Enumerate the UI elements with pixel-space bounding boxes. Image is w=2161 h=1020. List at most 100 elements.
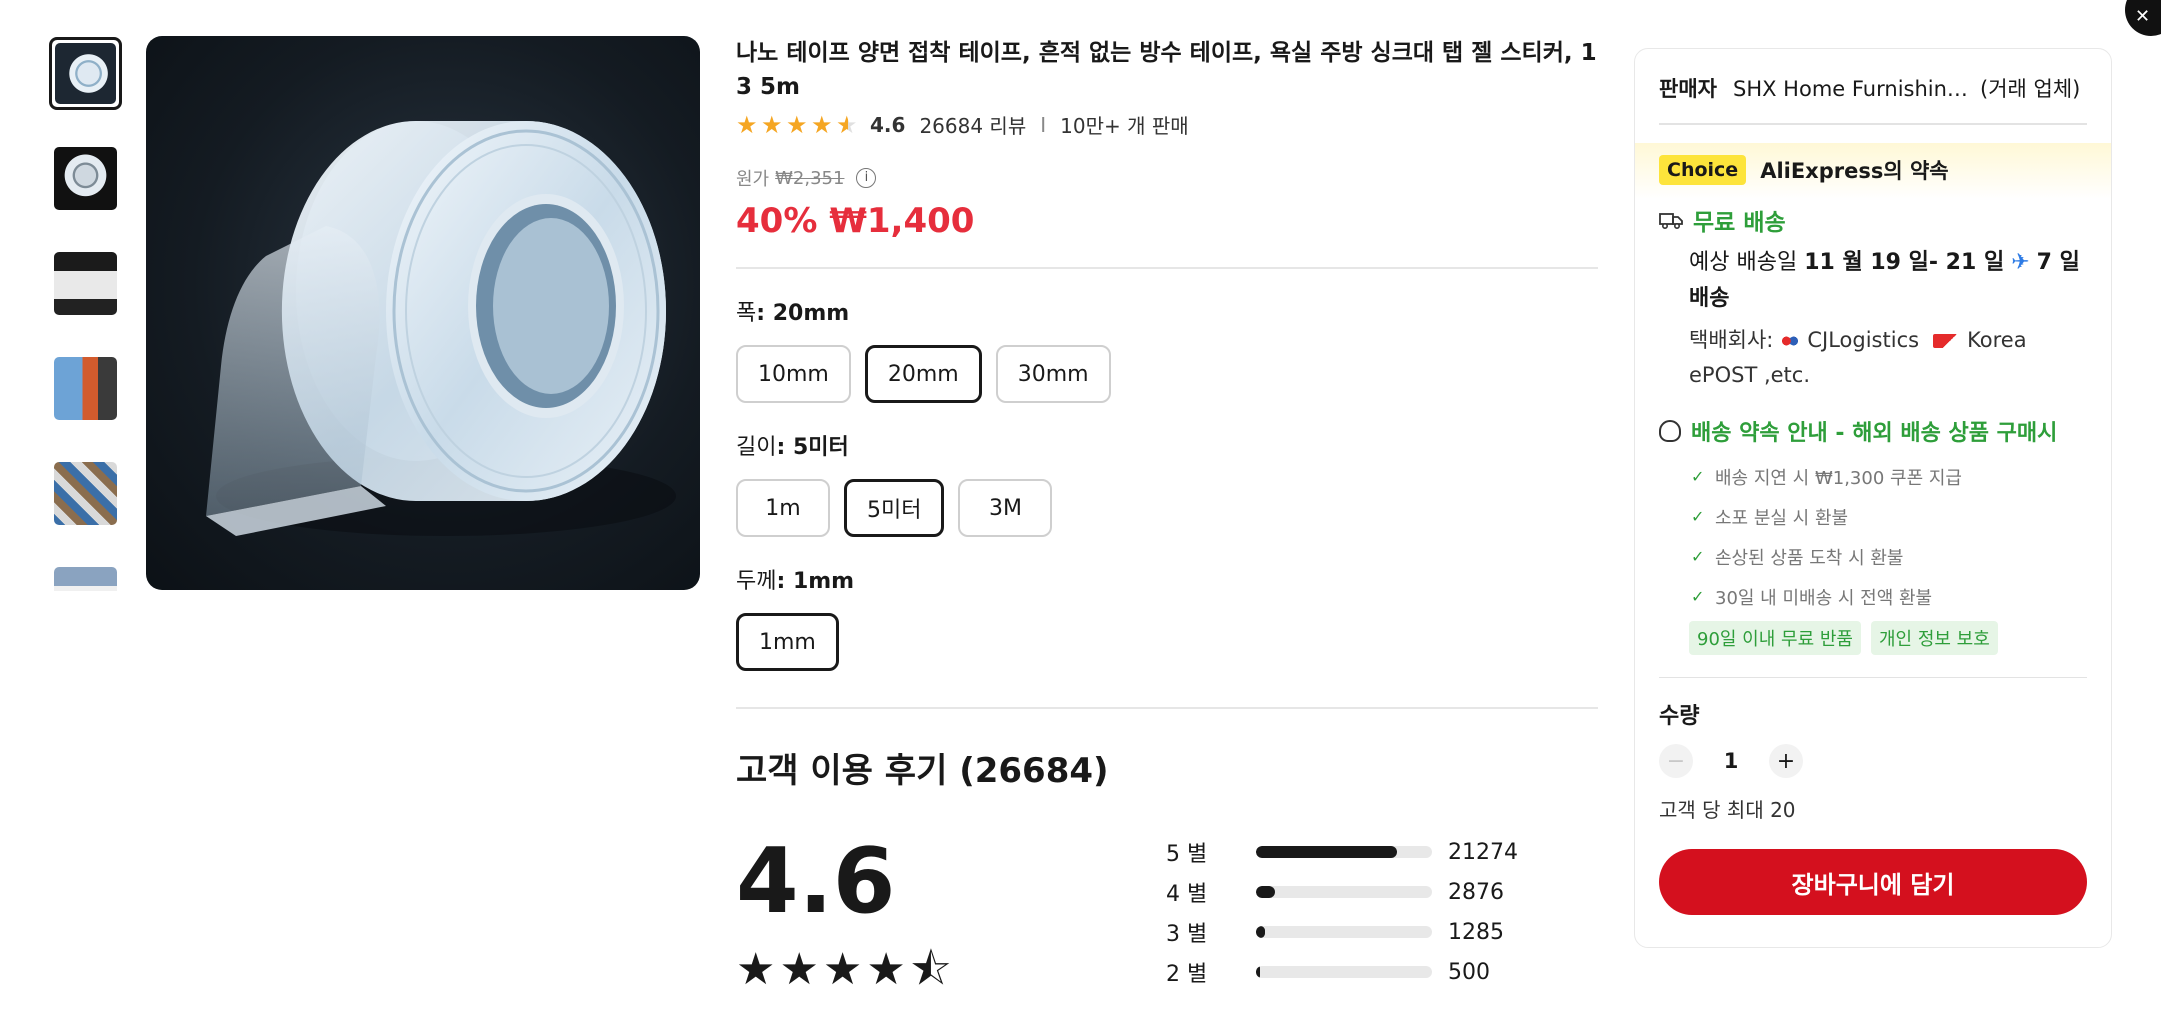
review-count-link[interactable]: 26684 리뷰 — [919, 110, 1026, 139]
purchase-panel: 판매자 SHX Home Furnishing St... (거래 업체) Ch… — [1634, 48, 2112, 948]
korea-post-icon — [1933, 333, 1960, 348]
shield-icon — [1659, 419, 1681, 442]
length-option-5m[interactable]: 5미터 — [844, 479, 945, 537]
close-button[interactable]: ✕ — [2125, 0, 2161, 36]
promise-item: ✓ 배송 지연 시 ₩1,300 쿠폰 지급 — [1691, 467, 1962, 489]
add-to-cart-button[interactable]: 장바구니에 담기 — [1659, 849, 2087, 915]
width-option-label: 폭: 20mm — [736, 301, 850, 326]
choice-badge: Choice — [1659, 154, 1747, 185]
star-icon: ★ — [761, 110, 783, 139]
thickness-options: 1mm — [736, 613, 1598, 671]
average-score: 4.6 — [736, 829, 896, 934]
check-icon: ✓ — [1691, 467, 1705, 486]
thumbnail-1[interactable] — [49, 37, 122, 110]
product-title: 나노 테이프 양면 접착 테이프, 흔적 없는 방수 테이프, 욕실 주방 싱크… — [736, 40, 1597, 100]
thumbnail-6[interactable] — [49, 562, 122, 591]
star-icon: ★ — [866, 944, 906, 995]
quantity-label: 수량 — [1659, 704, 1700, 729]
divider — [1659, 123, 2087, 125]
quantity-stepper: − 1 + — [1635, 730, 2111, 778]
length-options: 1m 5미터 3M — [736, 479, 1598, 537]
decrease-button[interactable]: − — [1659, 744, 1693, 778]
original-price: ₩2,351 — [775, 167, 845, 189]
star-icon: ★ — [811, 110, 833, 139]
star-icon: ★ — [736, 944, 776, 995]
length-option-1m[interactable]: 1m — [736, 479, 830, 537]
rating-bar — [1256, 846, 1432, 858]
width-option-20mm[interactable]: 20mm — [864, 345, 982, 403]
check-icon: ✓ — [1691, 547, 1705, 566]
sold-count: 10만+ 개 판매 — [1060, 114, 1189, 138]
choice-banner: Choice AliExpress의 약속 — [1635, 142, 2111, 199]
original-price-label: 원가 — [736, 169, 770, 190]
close-icon: ✕ — [2135, 6, 2151, 27]
separator: I — [1040, 112, 1047, 137]
carrier-info: 택배회사: CJLogistics Korea ePOST ,etc. — [1689, 327, 2027, 387]
seller-type: (거래 업체) — [1980, 77, 2081, 101]
promise-item: ✓ 30일 내 미배송 시 전액 환불 — [1691, 587, 1933, 609]
rating-row-5[interactable]: 5 별 21274 — [1166, 832, 1546, 872]
rating-row-2[interactable]: 2 별 500 — [1166, 952, 1546, 992]
seller-row: 판매자 SHX Home Furnishing St... (거래 업체) — [1635, 49, 2111, 105]
rating-row-3[interactable]: 3 별 1285 — [1166, 912, 1546, 952]
free-shipping-row: 무료 배송 — [1635, 199, 2111, 237]
quantity-value[interactable]: 1 — [1721, 749, 1741, 773]
rating-bar — [1256, 886, 1432, 898]
seller-label: 판매자 — [1659, 77, 1717, 101]
half-star-icon: ★ — [836, 110, 858, 139]
width-option-10mm[interactable]: 10mm — [736, 345, 851, 403]
rating-count: 21274 — [1448, 839, 1518, 865]
cj-logistics-icon — [1781, 333, 1800, 348]
length-option-3m[interactable]: 3M — [958, 479, 1053, 537]
rating-bar — [1256, 966, 1432, 978]
rating-score: 4.6 — [870, 112, 906, 137]
thumbnail-4[interactable] — [49, 352, 122, 425]
thickness-option-1mm[interactable]: 1mm — [736, 613, 839, 671]
free-return-tag: 90일 이내 무료 반품 — [1689, 620, 1861, 655]
service-tags: 90일 이내 무료 반품 개인 정보 보호 — [1635, 617, 2111, 655]
half-star-icon: ⯪ — [909, 944, 952, 995]
free-shipping-label: 무료 배송 — [1693, 209, 1786, 236]
thumbnail-list — [49, 37, 126, 591]
plane-icon: ✈ — [2011, 249, 2030, 275]
star-icon: ★ — [822, 944, 863, 995]
delivery-estimate: 예상 배송일 11 월 19 일- 21 일 ✈ 7 일 배송 — [1689, 249, 2080, 311]
main-product-image[interactable] — [146, 36, 700, 590]
rating-bar — [1256, 926, 1432, 938]
rating-count: 1285 — [1448, 919, 1504, 945]
promise-list: ✓ 배송 지연 시 ₩1,300 쿠폰 지급 ✓ 소포 분실 시 환불 ✓ 손상된 상… — [1635, 447, 2111, 617]
promise-item: ✓ 손상된 상품 도착 시 환불 — [1691, 547, 1904, 569]
truck-icon — [1659, 212, 1683, 229]
rating-row-4[interactable]: 4 별 2876 — [1166, 872, 1546, 912]
rating-summary: ★ ★ ★ ★ ★ 4.6 26684 리뷰 I 10만+ 개 판매 — [736, 110, 1598, 139]
privacy-tag: 개인 정보 보호 — [1871, 620, 1998, 655]
increase-button[interactable]: + — [1769, 744, 1803, 778]
rating-count: 2876 — [1448, 879, 1504, 905]
star-icon: ★ — [779, 944, 819, 995]
seller-name-link[interactable]: SHX Home Furnishing St... — [1733, 73, 1980, 105]
thickness-option-label: 두께: 1mm — [736, 569, 855, 594]
product-info: 나노 테이프 양면 접착 테이프, 흔적 없는 방수 테이프, 욕실 주방 싱크… — [736, 36, 1598, 1012]
price-row: 40% ₩1,400 — [736, 201, 1598, 241]
width-option-30mm[interactable]: 30mm — [995, 345, 1111, 403]
promise-item: ✓ 소포 분실 시 환불 — [1691, 507, 1849, 529]
choice-text: AliExpress의 약속 — [1760, 158, 1949, 183]
divider — [736, 267, 1598, 269]
thumbnail-3[interactable] — [49, 247, 122, 320]
reviews-title: 고객 이용 후기 (26684) — [736, 751, 1109, 791]
original-price-row: 원가 ₩2,351 i — [736, 165, 1598, 191]
delivery-promise-link[interactable]: 배송 약속 안내 - 해외 배송 상품 구매시 — [1635, 393, 2111, 447]
star-icon: ★ — [736, 110, 758, 139]
length-option-label: 길이: 5미터 — [736, 435, 849, 460]
thumbnail-5[interactable] — [49, 457, 122, 530]
average-stars: ★ ★ ★ ★ ⯪ — [736, 948, 951, 992]
rating-stars: ★ ★ ★ ★ ★ — [736, 110, 858, 139]
sale-price: ₩1,400 — [829, 201, 975, 241]
info-icon[interactable]: i — [856, 168, 877, 188]
rating-distribution: 5 별 21274 4 별 2876 3 별 1285 2 별 500 — [1166, 832, 1546, 992]
width-options: 10mm 20mm 30mm — [736, 345, 1598, 403]
reviews-summary: 4.6 ★ ★ ★ ★ ⯪ 5 별 21274 4 별 2876 3 별 128… — [736, 832, 1598, 1012]
discount-percent: 40% — [736, 201, 818, 241]
divider — [736, 707, 1598, 709]
thumbnail-2[interactable] — [49, 142, 122, 215]
